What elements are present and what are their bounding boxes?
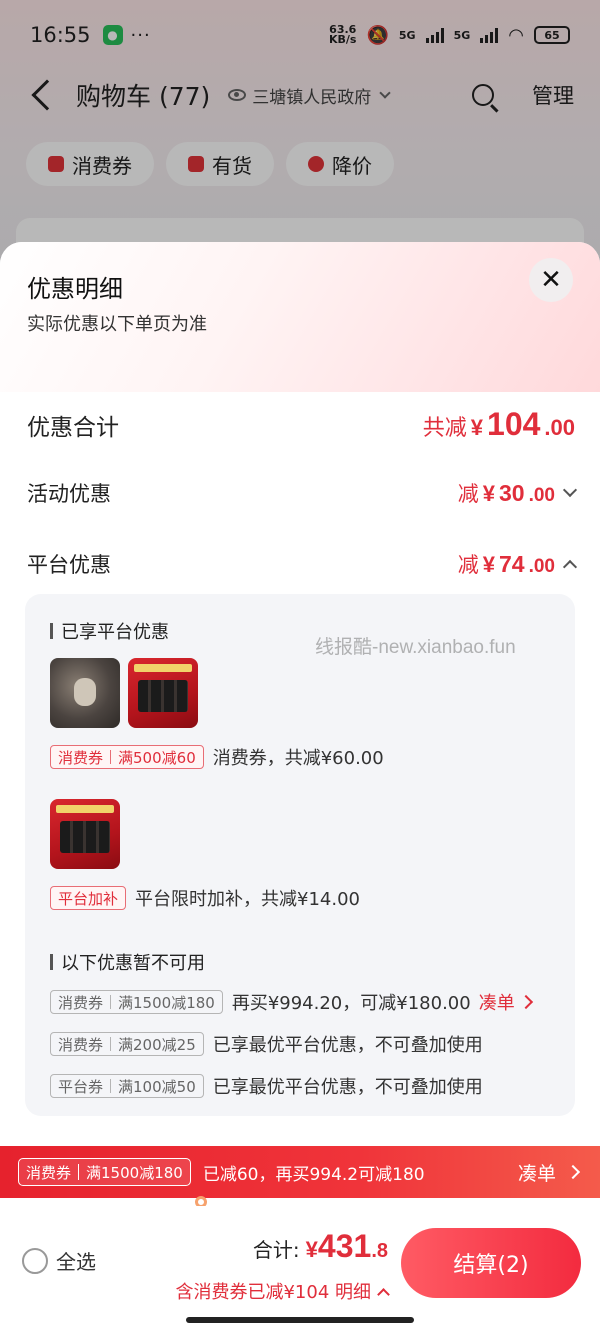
strip-tag-rule: 满1500减180 [86, 1163, 183, 1182]
coupon-applied-line: 消费券 满500减60 消费券，共减¥60.00 [50, 744, 384, 770]
coupon-tag-type: 消费券 [58, 1035, 104, 1054]
total-dec: .8 [371, 1240, 388, 1262]
discount-total-int: 104 [487, 406, 541, 442]
unavailable-reason: 再买¥994.20，可减¥180.00 [231, 993, 471, 1014]
coupon-tag-type: 消费券 [58, 993, 104, 1012]
subsidy-applied-text: 平台限时加补，共减¥14.00 [135, 889, 360, 910]
unavailable-section-title: 以下优惠暂不可用 [50, 949, 205, 975]
chevron-up-icon [377, 1287, 390, 1301]
activity-dec: .00 [528, 485, 555, 506]
activity-discount-label: 活动优惠 [27, 482, 111, 506]
close-button[interactable]: ✕ [529, 258, 573, 302]
strip-message: 已减60，再买994.2可减180 [202, 1164, 425, 1185]
strip-tag-type: 消费券 [26, 1163, 72, 1182]
unavailable-coupon-row: 平台券 满100减50 已享最优平台优惠，不可叠加使用 [50, 1073, 483, 1099]
saved-detail-toggle[interactable]: 含消费券已减¥104 明细 [175, 1278, 390, 1304]
coupon-tag: 消费券 满500减60 [50, 745, 204, 769]
discount-total-prefix: 共减 [422, 416, 467, 441]
platform-int: 74 [498, 551, 525, 577]
total-yen: ¥ [305, 1237, 318, 1262]
coupon-tag-type: 消费券 [58, 748, 104, 767]
activity-prefix: 减 [457, 482, 479, 506]
platform-yen: ¥ [482, 552, 495, 577]
activity-yen: ¥ [482, 481, 495, 506]
coupon-tag: 消费券 满200减25 [50, 1032, 204, 1056]
activity-discount-row[interactable]: 活动优惠 减 ¥ 30 .00 [27, 478, 578, 508]
home-indicator[interactable] [186, 1317, 414, 1323]
coupon-tag-rule: 满1500减180 [118, 993, 215, 1012]
coupon-tag-rule: 满500减60 [118, 748, 196, 767]
subsidy-applied-line: 平台加补 平台限时加补，共减¥14.00 [50, 885, 360, 911]
strip-coupon-tag: 消费券 满1500减180 [18, 1158, 191, 1186]
subsidy-tag: 平台加补 [50, 886, 127, 910]
product-thumbnail-clothing[interactable] [50, 658, 120, 728]
coupon-progress-strip[interactable]: 消费券 满1500减180 已减60，再买994.2可减180 凑单 [0, 1146, 600, 1198]
discount-total-label: 优惠合计 [27, 414, 119, 441]
checkout-button[interactable]: 结算(2) [401, 1228, 581, 1298]
coupon-tag: 平台券 满100减50 [50, 1074, 204, 1098]
total-label: 合计: [252, 1238, 300, 1262]
activity-int: 30 [498, 480, 525, 506]
sheet-title: 优惠明细 [27, 275, 123, 303]
select-all-label: 全选 [56, 1250, 96, 1274]
strip-add-items-link[interactable]: 凑单 [518, 1159, 578, 1186]
checkout-bar: 全选 合计: ¥431.8 含消费券已减¥104 明细 结算(2) [0, 1206, 600, 1333]
total-price: 合计: ¥431.8 [253, 1228, 388, 1265]
coupon-applied-text: 消费券，共减¥60.00 [212, 748, 384, 769]
activity-discount-value: 减 ¥ 30 .00 [458, 478, 555, 508]
unavailable-reason: 已享最优平台优惠，不可叠加使用 [212, 1077, 483, 1098]
platform-dec: .00 [528, 556, 555, 577]
coupon-tag: 消费券 满1500减180 [50, 990, 223, 1014]
chevron-up-icon [562, 559, 578, 575]
watermark-text: 线报酷-new.xianbao.fun [315, 637, 516, 658]
product-thumbnail-drink-2[interactable] [50, 799, 120, 869]
coupon-tag-rule: 满200减25 [118, 1035, 196, 1054]
chevron-down-icon [562, 482, 578, 498]
platform-discount-value: 减 ¥ 74 .00 [458, 549, 555, 579]
total-amount: ¥431.8 [306, 1228, 388, 1265]
platform-prefix: 减 [457, 553, 479, 577]
discount-detail-sheet: 优惠明细 实际优惠以下单页为准 ✕ 优惠合计 共减 ¥ 104 .00 活动优惠… [0, 242, 600, 1333]
platform-discount-panel: 已享平台优惠 线报酷-new.xianbao.fun 消费券 满500减60 消费… [25, 594, 575, 1116]
discount-total-value: 共减 ¥ 104 .00 [423, 406, 575, 443]
radio-unchecked-icon [22, 1247, 48, 1274]
discount-total-row: 优惠合计 共减 ¥ 104 .00 [27, 406, 575, 443]
discount-total-dec: .00 [544, 415, 575, 440]
platform-discount-row[interactable]: 平台优惠 减 ¥ 74 .00 [27, 549, 578, 579]
coupon-tag-rule: 满100减50 [118, 1077, 196, 1096]
coupon-tag-type: 平台券 [58, 1077, 104, 1096]
unavailable-coupon-row: 消费券 满1500减180 再买¥994.20，可减¥180.00 凑单 [50, 989, 531, 1015]
platform-discount-label: 平台优惠 [27, 553, 111, 577]
close-icon: ✕ [540, 265, 562, 295]
total-int: 431 [317, 1228, 372, 1264]
add-items-link[interactable]: 凑单 [479, 989, 531, 1015]
unavailable-reason: 已享最优平台优惠，不可叠加使用 [212, 1035, 483, 1056]
subsidy-tag-label: 平台加补 [58, 889, 119, 908]
sheet-subtitle: 实际优惠以下单页为准 [27, 314, 207, 335]
unavailable-coupon-row: 消费券 满200减25 已享最优平台优惠，不可叠加使用 [50, 1031, 483, 1057]
select-all-toggle[interactable]: 全选 [22, 1246, 96, 1275]
saved-text: 含消费券已减¥104 明细 [175, 1282, 371, 1303]
product-thumbnail-drink[interactable] [128, 658, 198, 728]
enjoyed-section-title: 已享平台优惠 [50, 618, 169, 644]
discount-total-yen: ¥ [470, 415, 484, 440]
